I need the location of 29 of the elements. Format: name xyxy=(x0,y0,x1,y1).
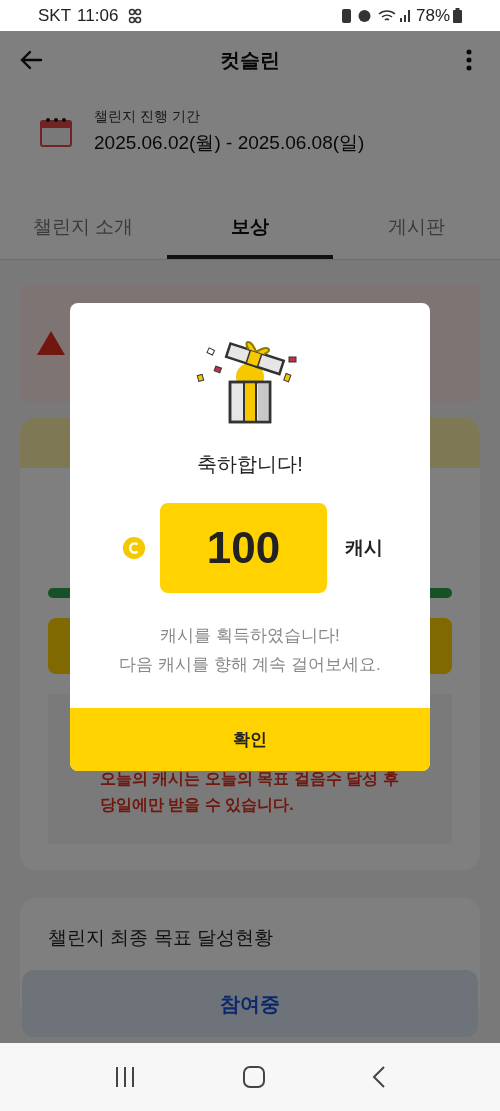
notification-icon xyxy=(128,7,143,24)
clock-text: 11:06 xyxy=(77,4,119,27)
signal-icon xyxy=(399,9,412,22)
tab[interactable]: 게시판 xyxy=(333,199,500,259)
amount-text: 100 xyxy=(206,522,281,574)
final-goal-title: 챌린지 최종 목표 달성현황 xyxy=(48,927,273,948)
dialog-title: 축하합니다! xyxy=(197,452,303,477)
notice-text: 오늘의 캐시는 오늘의 목표 걸음수 달성 후 당일에만 받을 수 있습니다. xyxy=(100,769,400,815)
carrier-text: SKT xyxy=(38,4,72,27)
period-dates: 2025.06.02(월) - 2025.06.08(일) xyxy=(94,131,365,156)
participating-button[interactable]: 참여중 xyxy=(22,970,478,1037)
calendar-icon xyxy=(40,117,72,147)
home-icon[interactable] xyxy=(243,1066,265,1088)
recent-apps-icon[interactable] xyxy=(113,1066,136,1088)
confirm-button[interactable]: 확인 xyxy=(70,708,430,771)
back-nav-icon[interactable] xyxy=(372,1066,387,1088)
battery-percent-text: 78% xyxy=(415,4,450,27)
tab[interactable]: 챌린지 소개 xyxy=(0,199,167,259)
period-label: 챌린지 진행 기간 xyxy=(94,107,201,127)
page-title: 컷슬린 xyxy=(220,47,280,73)
battery-icon xyxy=(453,8,462,23)
coin-icon xyxy=(122,536,146,560)
wifi-icon xyxy=(377,8,396,23)
warning-icon xyxy=(36,330,66,356)
back-arrow-icon xyxy=(19,49,43,70)
battery-saver-icon xyxy=(341,8,351,23)
more-icon xyxy=(466,48,472,71)
dialog-message: 캐시를 획득하였습니다! 다음 캐시를 향해 계속 걸어보세요. xyxy=(119,625,381,676)
currency-unit: 캐시 xyxy=(345,535,383,560)
